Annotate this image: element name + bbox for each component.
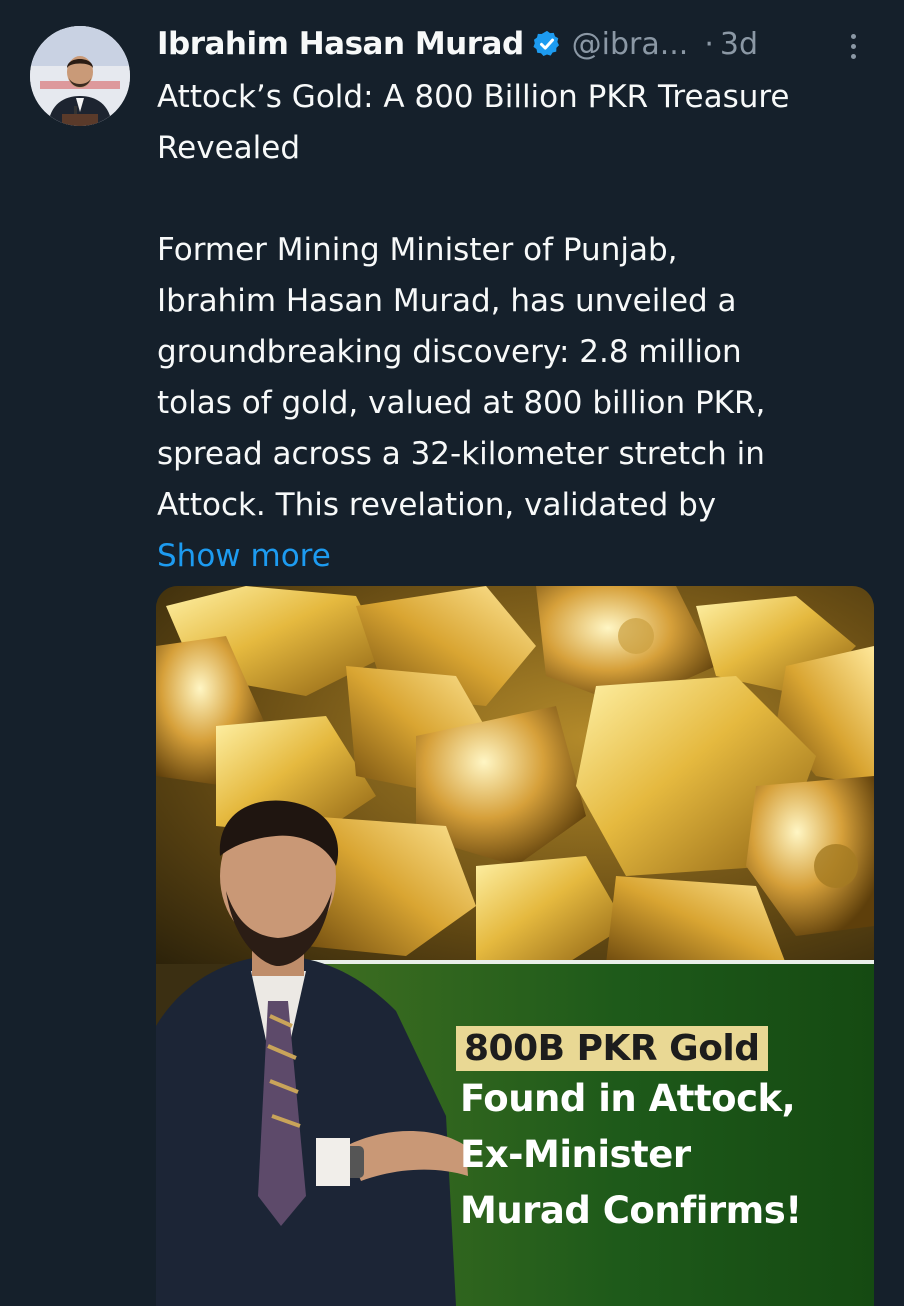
avatar[interactable] [30, 26, 130, 126]
tweet-media-image[interactable]: 800B PKR Gold Found in Attock, Ex-Minist… [156, 586, 874, 1306]
show-more-link[interactable]: Show more [157, 531, 877, 582]
tweet-text-line: spread across a 32-kilometer stretch in [157, 436, 765, 472]
author-name[interactable]: Ibrahim Hasan Murad [157, 26, 524, 62]
tweet-text: Attock’s Gold: A 800 Billion PKR Treasur… [157, 72, 877, 582]
headline-line: Murad Confirms! [460, 1189, 802, 1232]
tweet-text-line: Ibrahim Hasan Murad, has unveiled a [157, 283, 737, 319]
tweet-text-line: Attock. This revelation, validated by [157, 487, 717, 523]
timestamp[interactable]: 3d [720, 27, 758, 62]
paragraph-break [157, 174, 877, 225]
tweet-text-line: groundbreaking discovery: 2.8 million [157, 334, 742, 370]
tweet-text-line: tolas of gold, valued at 800 billion PKR… [157, 385, 766, 421]
more-options-icon[interactable] [838, 26, 868, 66]
avatar-image [30, 26, 130, 126]
tweet-text-line: Former Mining Minister of Punjab, [157, 232, 678, 268]
tweet-header: Ibrahim Hasan Murad @ibra... · 3d [157, 20, 877, 68]
tweet-text-line: Revealed [157, 130, 300, 166]
headline-line: Ex-Minister [460, 1133, 691, 1176]
headline-highlight: 800B PKR Gold [456, 1026, 768, 1071]
headline-line: Found in Attock, [460, 1077, 796, 1120]
media-headline: 800B PKR Gold Found in Attock, Ex-Minist… [456, 1026, 856, 1239]
tweet-text-line: Attock’s Gold: A 800 Billion PKR Treasur… [157, 79, 790, 115]
tweet[interactable]: Ibrahim Hasan Murad @ibra... · 3d Attock… [0, 0, 904, 1306]
verified-badge-icon [533, 30, 559, 56]
separator-dot: · [704, 26, 714, 62]
author-handle[interactable]: @ibra... [572, 27, 689, 62]
